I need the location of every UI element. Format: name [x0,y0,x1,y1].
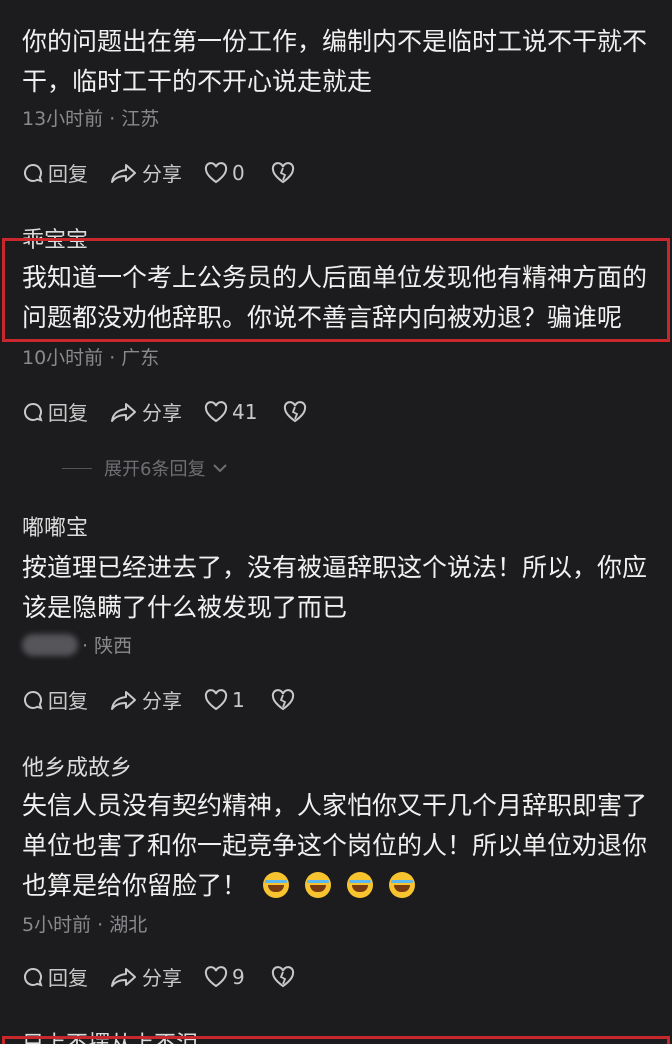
share-arrow-icon [111,402,136,422]
like-button[interactable]: 41 [204,400,257,424]
reply-button[interactable]: 回复 [22,158,88,187]
comment-actions: 回复 分享 41 [22,397,333,426]
reply-label: 回复 [48,162,88,186]
like-count: 0 [232,160,245,185]
like-button[interactable]: 0 [204,161,245,185]
share-arrow-icon [111,163,136,183]
reply-label: 回复 [48,966,88,990]
comment-bubble-icon [24,163,43,183]
divider-line [62,467,92,469]
laugh-cry-icon [263,872,290,898]
laugh-cry-icon [389,872,416,898]
heart-icon [204,965,228,987]
blurred-timestamp [22,633,78,656]
comment-meta: 10小时前 · 广东 [22,347,160,369]
broken-heart-icon [271,161,294,183]
reply-button[interactable]: 回复 [22,397,88,426]
share-label: 分享 [142,689,182,713]
like-count: 9 [232,964,245,989]
comment-bubble-icon [24,402,43,422]
reply-label: 回复 [48,689,88,713]
like-count: 1 [232,687,245,712]
reply-label: 回复 [48,401,88,425]
share-label: 分享 [142,162,182,186]
highlight-box [2,1036,670,1044]
share-button[interactable]: 分享 [110,397,182,426]
share-button[interactable]: 分享 [110,158,182,187]
broken-heart-icon [284,400,307,422]
share-label: 分享 [142,966,182,990]
comment-actions: 回复 分享 1 [22,685,321,714]
dislike-button[interactable] [283,400,311,423]
heart-icon [204,400,228,422]
expand-replies-button[interactable]: 展开6条回复 [62,455,229,481]
expand-replies-label: 展开6条回复 [104,459,206,480]
like-button[interactable]: 1 [204,688,245,712]
share-arrow-icon [111,690,136,710]
comment-text: 失信人员没有契约精神，人家怕你又干几个月辞职即害了单位也害了和你一起竞争这个岗位… [22,786,647,906]
reply-button[interactable]: 回复 [22,685,88,714]
share-arrow-icon [111,967,136,987]
comment-thread: 你的问题出在第一份工作，编制内不是临时工说不干就不干，临时工干的不开心说走就走 … [0,0,672,1044]
dislike-button[interactable] [271,688,299,711]
share-button[interactable]: 分享 [110,962,182,991]
chevron-down-icon [213,464,228,473]
broken-heart-icon [271,688,294,710]
comment-actions: 回复 分享 9 [22,962,321,991]
like-button[interactable]: 9 [204,965,245,989]
dislike-button[interactable] [271,965,299,988]
comment-bubble-icon [24,967,43,987]
comment-author[interactable]: 他乡成故乡 [22,750,132,782]
laugh-cry-icon [305,872,332,898]
share-button[interactable]: 分享 [110,685,182,714]
comment-text: 我知道一个考上公务员的人后面单位发现他有精神方面的问题都没劝他辞职。你说不善言辞… [22,263,648,332]
broken-heart-icon [271,965,294,987]
comment-author[interactable]: 嘟嘟宝 [22,510,88,542]
comment-text-body: 失信人员没有契约精神，人家怕你又干几个月辞职即害了单位也害了和你一起竞争这个岗位… [22,791,648,900]
laugh-cry-icon [347,872,374,898]
reply-button[interactable]: 回复 [22,962,88,991]
heart-icon [204,161,228,183]
share-label: 分享 [142,401,182,425]
comment-bubble-icon [24,690,43,710]
comment-meta: 13小时前 · 江苏 [22,108,160,130]
comment-text: 你的问题出在第一份工作，编制内不是临时工说不干就不干，临时工干的不开心说走就走 [22,27,648,96]
comment-meta: · 陕西 [22,631,132,658]
heart-icon [204,688,228,710]
comment-meta: 5小时前 · 湖北 [22,914,148,936]
comment-actions: 回复 分享 0 [22,158,321,187]
dislike-button[interactable] [271,161,299,184]
like-count: 41 [232,399,258,424]
comment-location: · 陕西 [82,635,133,657]
comment-text: 按道理已经进去了，没有被逼辞职这个说法！所以，你应该是隐瞒了什么被发现了而已 [22,553,648,622]
